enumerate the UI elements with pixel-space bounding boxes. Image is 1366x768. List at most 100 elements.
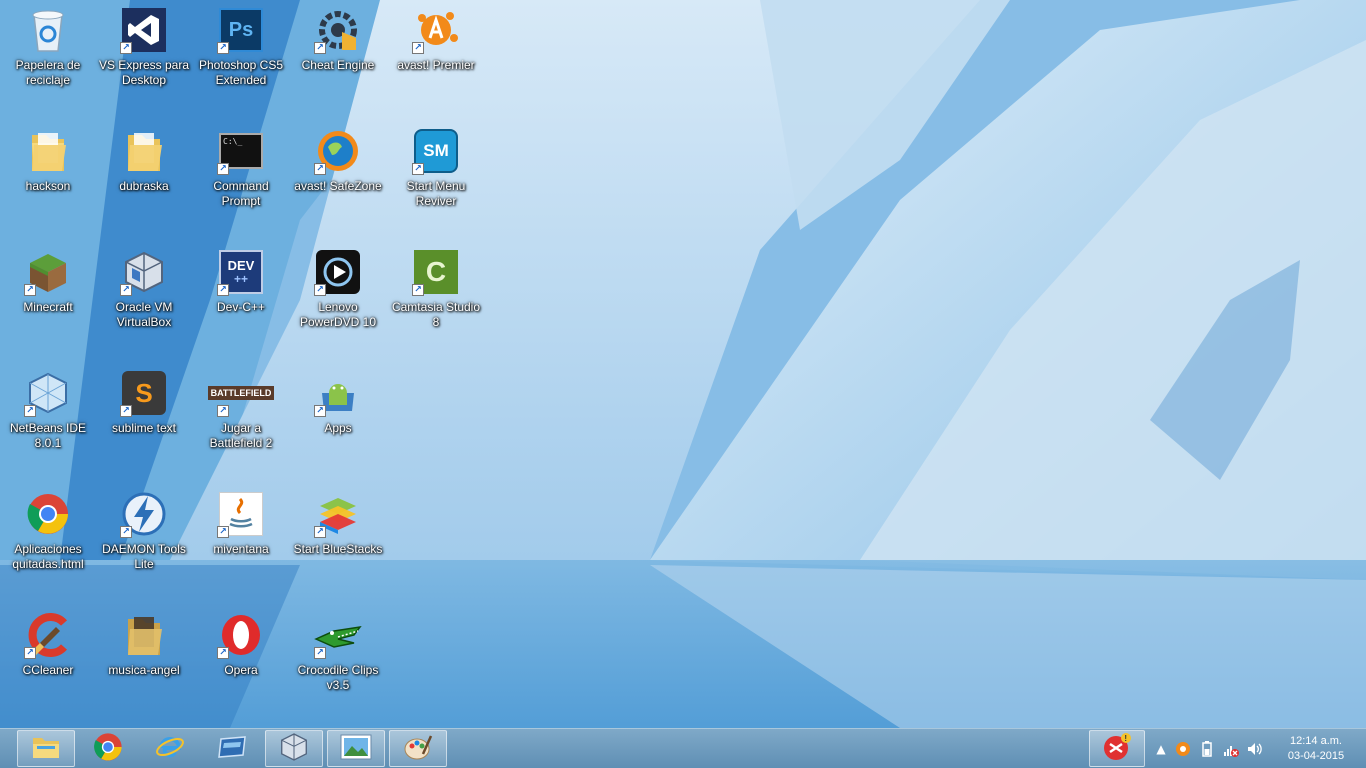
desktop-icon-hackson[interactable]: hackson	[0, 121, 96, 237]
desktop-icon-dubraska[interactable]: dubraska	[96, 121, 192, 237]
desktop-icon-ccleaner[interactable]: ↗ CCleaner	[0, 605, 96, 721]
shortcut-arrow-icon: ↗	[314, 284, 326, 296]
battlefield-icon: BATTLEFIELD ↗	[207, 369, 275, 417]
desktop-icon-vs-express[interactable]: ↗ VS Express para Desktop	[96, 0, 192, 116]
desktop-icon-start-menu-reviver[interactable]: SM ↗ Start Menu Reviver	[388, 121, 484, 237]
start-menu-reviver-icon: SM ↗	[412, 127, 460, 175]
desktop-icon-battlefield[interactable]: BATTLEFIELD ↗ Jugar a Battlefield 2	[193, 363, 289, 479]
taskbar-file-explorer-button[interactable]	[17, 730, 75, 767]
icon-label: sublime text	[111, 421, 177, 435]
desktop-icon-aplicaciones-quitadas[interactable]: Aplicaciones quitadas.html	[0, 484, 96, 600]
sublime-text-icon: S ↗	[120, 369, 168, 417]
shortcut-arrow-icon: ↗	[314, 405, 326, 417]
taskbar-desktop-app-button[interactable]	[203, 730, 261, 767]
shortcut-arrow-icon: ↗	[24, 284, 36, 296]
cheat-engine-icon: ↗	[314, 6, 362, 54]
java-icon: ↗	[217, 490, 265, 538]
taskbar-notification-app-button[interactable]: !	[1089, 730, 1145, 767]
icon-label: avast! Premier	[397, 58, 475, 72]
paint-icon	[403, 732, 433, 766]
shortcut-arrow-icon: ↗	[217, 526, 229, 538]
icon-label: dubraska	[119, 179, 169, 193]
shortcut-arrow-icon: ↗	[314, 42, 326, 54]
dev-cpp-icon: DEV ++ ↗	[217, 248, 265, 296]
avast-tray-icon[interactable]	[1175, 741, 1191, 757]
shortcut-arrow-icon: ↗	[314, 163, 326, 175]
clock-time: 12:14 a.m.	[1290, 735, 1342, 747]
icon-label: DAEMON Tools Lite	[102, 542, 186, 571]
desktop-icon-opera[interactable]: ↗ Opera	[193, 605, 289, 721]
taskbar-photo-viewer-button[interactable]	[327, 730, 385, 767]
icon-label: Start BlueStacks	[293, 542, 383, 556]
icon-label: CCleaner	[22, 663, 74, 677]
desktop[interactable]: Papelera de reciclaje hackson ↗ Minecraf…	[0, 0, 1366, 728]
icon-label: Papelera de reciclaje	[15, 58, 81, 87]
desktop-icon-camtasia[interactable]: C ↗ Camtasia Studio 8	[388, 242, 484, 358]
battery-icon[interactable]	[1199, 741, 1215, 757]
notification-app-icon: !	[1102, 732, 1132, 766]
taskbar-paint-button[interactable]	[389, 730, 447, 767]
desktop-icon-crocodile-clips[interactable]: ↗ Crocodile Clips v3.5	[290, 605, 386, 721]
desktop-icon-avast-safezone[interactable]: ↗ avast! SafeZone	[290, 121, 386, 237]
file-explorer-icon	[31, 734, 61, 764]
svg-text:!: !	[1124, 734, 1127, 743]
opera-icon: ↗	[217, 611, 265, 659]
avast-safezone-icon: ↗	[314, 127, 362, 175]
minecraft-icon: ↗	[24, 248, 72, 296]
desktop-icon-netbeans[interactable]: ↗ NetBeans IDE 8.0.1	[0, 363, 96, 479]
shortcut-arrow-icon: ↗	[412, 163, 424, 175]
icon-label: Dev-C++	[216, 300, 266, 314]
shortcut-arrow-icon: ↗	[217, 163, 229, 175]
icon-label: Command Prompt	[213, 179, 269, 208]
icon-label: Lenovo PowerDVD 10	[299, 300, 377, 329]
icon-label: Camtasia Studio 8	[391, 300, 481, 329]
folder-icon	[24, 127, 72, 175]
desktop-icon-recycle-bin[interactable]: Papelera de reciclaje	[0, 0, 96, 116]
desktop-icon-virtualbox[interactable]: ↗ Oracle VM VirtualBox	[96, 242, 192, 358]
shortcut-arrow-icon: ↗	[24, 405, 36, 417]
visual-studio-icon: ↗	[120, 6, 168, 54]
desktop-icon-avast-premier[interactable]: ↗ avast! Premier	[388, 0, 484, 116]
clock[interactable]: 12:14 a.m. 03-04-2015	[1280, 734, 1352, 764]
icon-label: Apps	[324, 421, 352, 435]
shortcut-arrow-icon: ↗	[120, 526, 132, 538]
icon-label: Aplicaciones quitadas.html	[12, 542, 84, 571]
show-hidden-icons-icon[interactable]: ▲	[1153, 741, 1169, 757]
crocodile-clips-icon: ↗	[314, 611, 362, 659]
desktop-icon-command-prompt[interactable]: C:\_ ↗ Command Prompt	[193, 121, 289, 237]
virtualbox-icon: ↗	[120, 248, 168, 296]
volume-icon[interactable]	[1247, 741, 1263, 757]
daemon-tools-icon: ↗	[120, 490, 168, 538]
ccleaner-icon: ↗	[24, 611, 72, 659]
desktop-icon-sublime-text[interactable]: S ↗ sublime text	[96, 363, 192, 479]
photoshop-icon: Ps ↗	[217, 6, 265, 54]
desktop-icon-apps[interactable]: ↗ Apps	[290, 363, 386, 479]
desktop-icon-cheat-engine[interactable]: ↗ Cheat Engine	[290, 0, 386, 116]
taskbar-internet-explorer-button[interactable]	[141, 730, 199, 767]
taskbar-chrome-button[interactable]	[79, 730, 137, 767]
shortcut-arrow-icon: ↗	[314, 526, 326, 538]
icon-label: Start Menu Reviver	[406, 179, 466, 208]
desktop-icon-minecraft[interactable]: ↗ Minecraft	[0, 242, 96, 358]
camtasia-icon: C ↗	[412, 248, 460, 296]
desktop-app-icon	[217, 735, 247, 763]
desktop-icon-miventana[interactable]: ↗ miventana	[193, 484, 289, 600]
shortcut-arrow-icon: ↗	[412, 284, 424, 296]
icon-label: Jugar a Battlefield 2	[209, 421, 273, 450]
desktop-icon-powerdvd[interactable]: ↗ Lenovo PowerDVD 10	[290, 242, 386, 358]
bluestacks-icon: ↗	[314, 490, 362, 538]
desktop-icon-daemon-tools[interactable]: ↗ DAEMON Tools Lite	[96, 484, 192, 600]
clock-date: 03-04-2015	[1287, 750, 1345, 762]
icon-label: Oracle VM VirtualBox	[115, 300, 173, 329]
desktop-icon-dev-cpp[interactable]: DEV ++ ↗ Dev-C++	[193, 242, 289, 358]
icon-label: Photoshop CS5 Extended	[198, 58, 284, 87]
taskbar-virtualbox-button[interactable]	[265, 730, 323, 767]
network-error-icon[interactable]	[1223, 741, 1239, 757]
powerdvd-icon: ↗	[314, 248, 362, 296]
desktop-icon-bluestacks[interactable]: ↗ Start BlueStacks	[290, 484, 386, 600]
icon-label: Cheat Engine	[301, 58, 375, 72]
desktop-icon-photoshop[interactable]: Ps ↗ Photoshop CS5 Extended	[193, 0, 289, 116]
shortcut-arrow-icon: ↗	[217, 647, 229, 659]
shortcut-arrow-icon: ↗	[120, 405, 132, 417]
desktop-icon-musica-angel[interactable]: musica-angel	[96, 605, 192, 721]
